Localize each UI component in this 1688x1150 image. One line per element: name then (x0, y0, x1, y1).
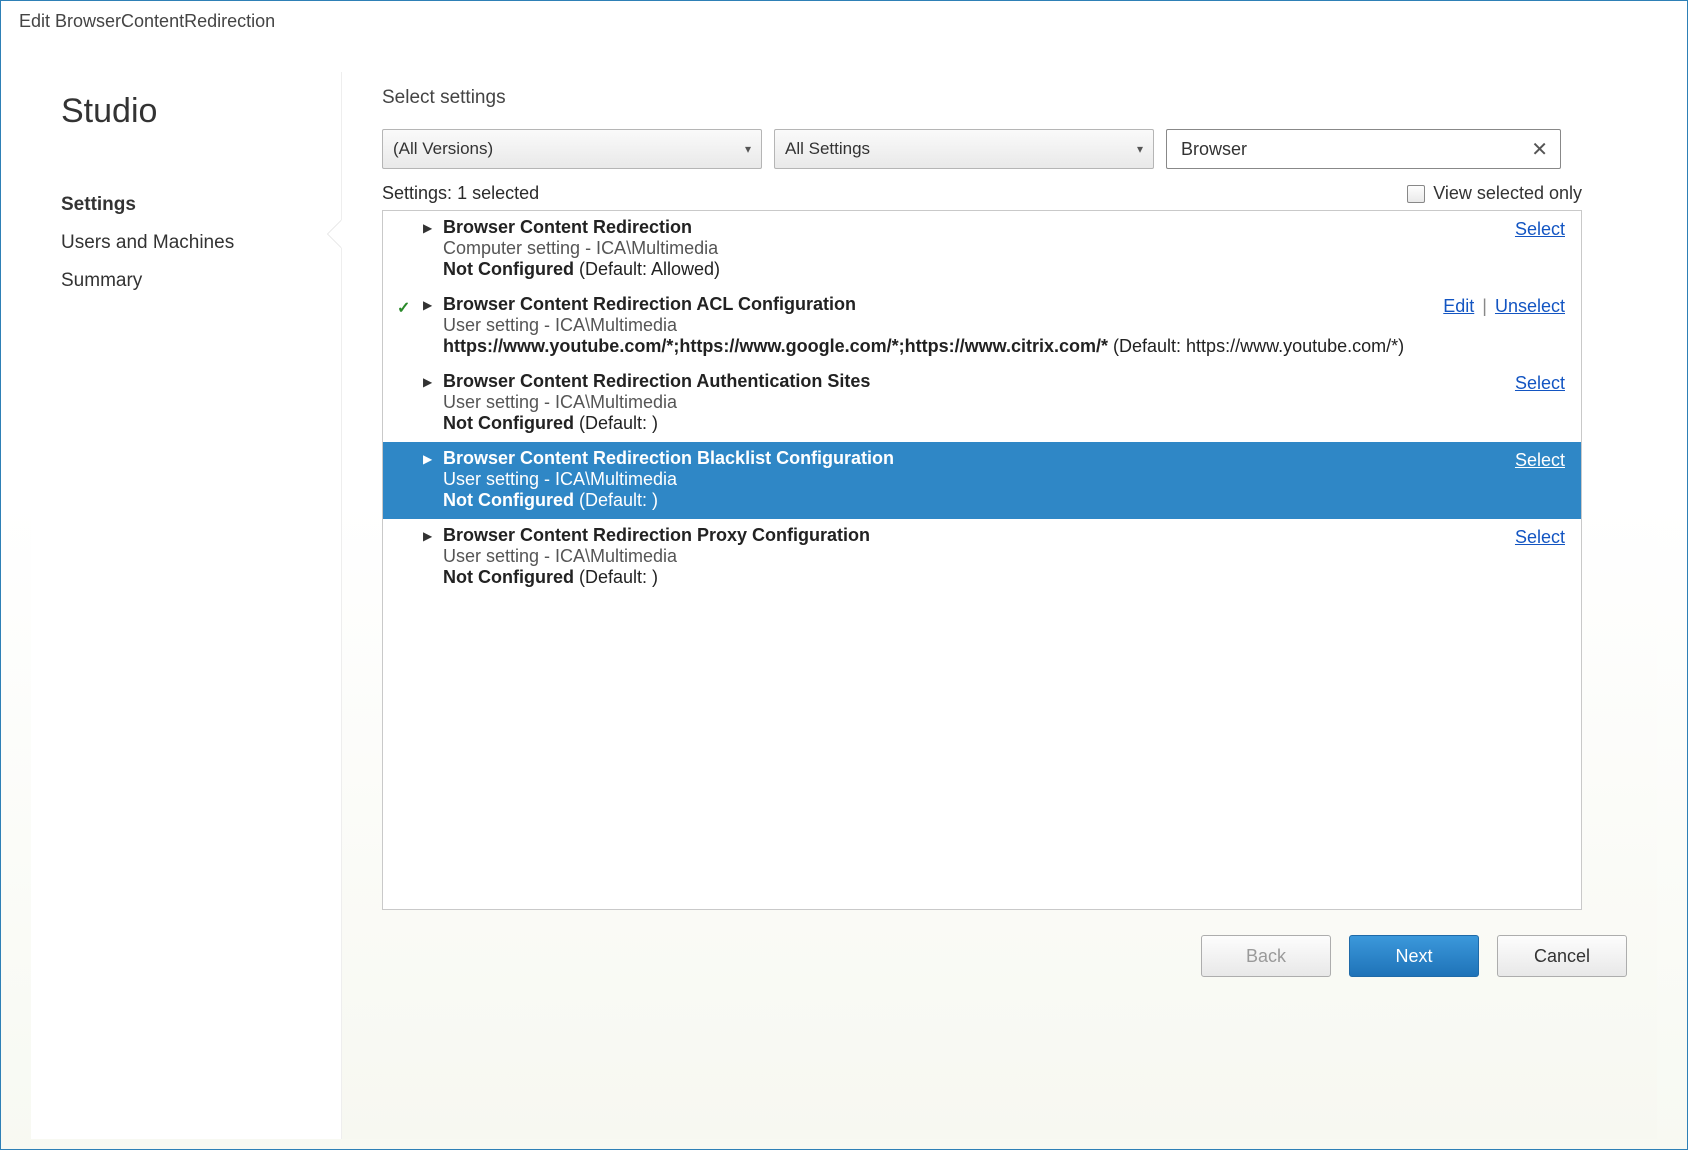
cancel-button[interactable]: Cancel (1497, 935, 1627, 977)
select-link[interactable]: Select (1515, 527, 1565, 547)
search-input[interactable] (1179, 138, 1527, 161)
wizard-steps: SettingsUsers and MachinesSummary (61, 186, 341, 300)
wizard-step-summary[interactable]: Summary (61, 262, 341, 300)
checkmark-icon: ✓ (397, 298, 410, 318)
step-indicator-arrow (328, 220, 342, 248)
setting-state: Not Configured (Default: ) (443, 567, 1565, 588)
versions-dropdown[interactable]: (All Versions) ▾ (382, 129, 762, 169)
versions-dropdown-label: (All Versions) (393, 139, 493, 159)
expand-icon[interactable]: ▶ (423, 452, 432, 466)
expand-icon[interactable]: ▶ (423, 375, 432, 389)
setting-state: Not Configured (Default: Allowed) (443, 259, 1565, 280)
setting-state: Not Configured (Default: ) (443, 490, 1565, 511)
wizard-step-settings[interactable]: Settings (61, 186, 341, 224)
product-brand: Studio (61, 92, 341, 131)
settings-list[interactable]: ▶ Browser Content RedirectionComputer set… (382, 210, 1582, 910)
view-selected-only-label: View selected only (1433, 183, 1582, 204)
back-button[interactable]: Back (1201, 935, 1331, 977)
setting-title: Browser Content Redirection Proxy Config… (443, 525, 1565, 546)
expand-icon[interactable]: ▶ (423, 298, 432, 312)
settings-count-prefix: Settings: (382, 183, 452, 203)
filter-row: (All Versions) ▾ All Settings ▾ ✕ (382, 129, 1582, 169)
settings-count: Settings: 1 selected (382, 183, 539, 204)
setting-actions: Select (1515, 219, 1565, 240)
dialog-window: Edit BrowserContentRedirection Studio Se… (0, 0, 1688, 1150)
checkbox-icon[interactable] (1407, 185, 1425, 203)
unselect-link[interactable]: Unselect (1495, 296, 1565, 316)
setting-scope: User setting - ICA\Multimedia (443, 469, 1565, 490)
scope-dropdown-label: All Settings (785, 139, 870, 159)
select-link[interactable]: Select (1515, 219, 1565, 239)
wizard-sidebar: Studio SettingsUsers and MachinesSummary (31, 72, 341, 1139)
settings-count-value: 1 selected (457, 183, 539, 203)
setting-row[interactable]: ▶ Browser Content Redirection Authenticat… (383, 365, 1581, 442)
setting-title: Browser Content Redirection Blacklist Co… (443, 448, 1565, 469)
setting-row[interactable]: ▶ Browser Content Redirection Blacklist C… (383, 442, 1581, 519)
setting-row[interactable]: ✓ ▶ Browser Content Redirection ACL Config… (383, 288, 1581, 365)
chevron-down-icon: ▾ (1137, 142, 1143, 156)
setting-state: Not Configured (Default: ) (443, 413, 1565, 434)
select-link[interactable]: Select (1515, 373, 1565, 393)
edit-link[interactable]: Edit (1443, 296, 1474, 316)
main-pane: Select settings (All Versions) ▾ All Set… (341, 72, 1657, 1139)
view-selected-only[interactable]: View selected only (1407, 183, 1582, 204)
chevron-down-icon: ▾ (745, 142, 751, 156)
setting-row[interactable]: ▶ Browser Content Redirection Proxy Confi… (383, 519, 1581, 596)
dialog-buttons: Back Next Cancel (382, 910, 1657, 1002)
select-link[interactable]: Select (1515, 450, 1565, 470)
setting-actions: Edit | Unselect (1443, 296, 1565, 317)
setting-actions: Select (1515, 527, 1565, 548)
setting-actions: Select (1515, 373, 1565, 394)
setting-row[interactable]: ▶ Browser Content RedirectionComputer set… (383, 211, 1581, 288)
setting-scope: User setting - ICA\Multimedia (443, 315, 1565, 336)
window-title: Edit BrowserContentRedirection (1, 1, 1687, 42)
separator: | (1482, 296, 1487, 316)
next-button[interactable]: Next (1349, 935, 1479, 977)
setting-state: https://www.youtube.com/*;https://www.go… (443, 336, 1565, 357)
section-title: Select settings (382, 87, 1657, 109)
search-box[interactable]: ✕ (1166, 129, 1561, 169)
setting-scope: Computer setting - ICA\Multimedia (443, 238, 1565, 259)
wizard-step-users-and-machines[interactable]: Users and Machines (61, 224, 341, 262)
setting-title: Browser Content Redirection Authenticati… (443, 371, 1565, 392)
expand-icon[interactable]: ▶ (423, 221, 432, 235)
clear-search-icon[interactable]: ✕ (1527, 137, 1552, 162)
setting-title: Browser Content Redirection ACL Configur… (443, 294, 1565, 315)
setting-title: Browser Content Redirection (443, 217, 1565, 238)
setting-scope: User setting - ICA\Multimedia (443, 392, 1565, 413)
scope-dropdown[interactable]: All Settings ▾ (774, 129, 1154, 169)
expand-icon[interactable]: ▶ (423, 529, 432, 543)
setting-scope: User setting - ICA\Multimedia (443, 546, 1565, 567)
setting-actions: Select (1515, 450, 1565, 471)
